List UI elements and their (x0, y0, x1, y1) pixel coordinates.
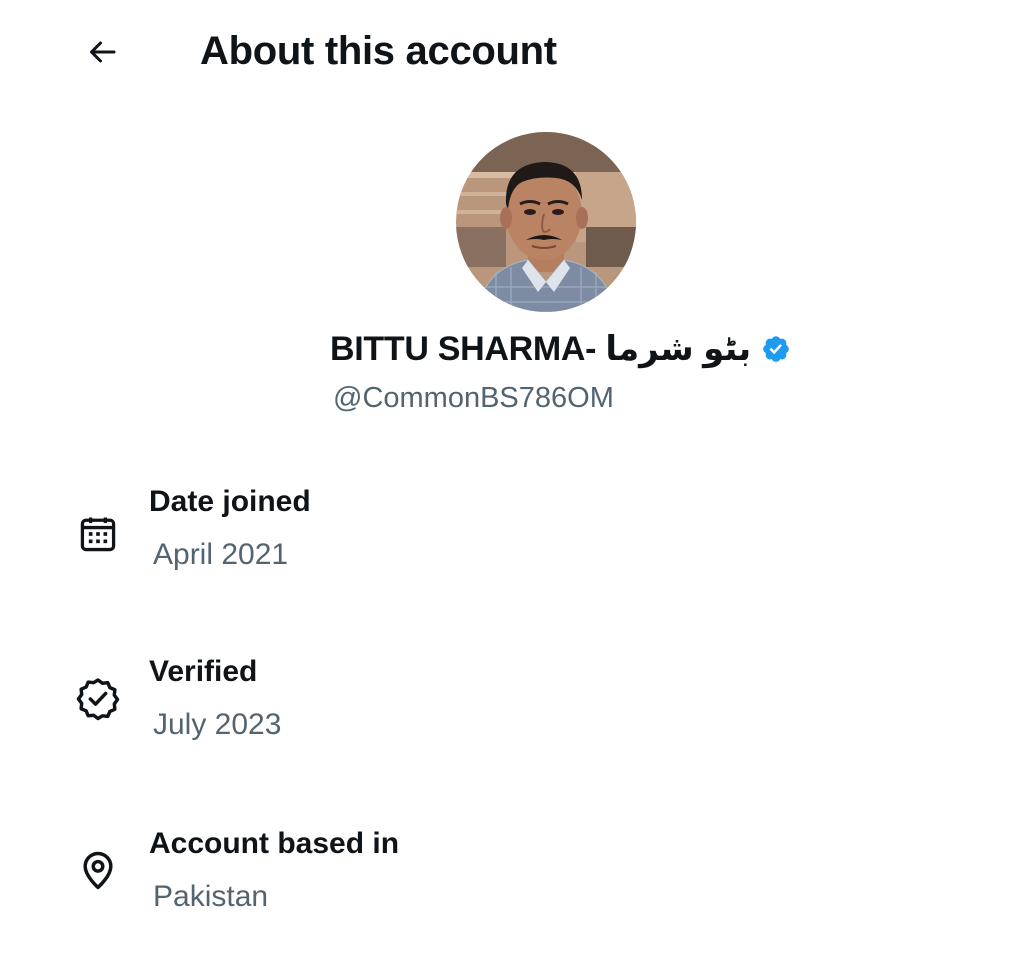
info-date-joined: Date joined April 2021 (0, 482, 1024, 592)
back-button[interactable] (80, 30, 124, 74)
verified-badge-icon[interactable] (761, 334, 791, 364)
avatar[interactable] (456, 132, 636, 312)
display-name: BITTU SHARMA- بٹو شرما (330, 330, 752, 368)
arrow-left-icon (90, 41, 116, 63)
verified-outline-icon (72, 672, 124, 724)
account-based-in-label: Account based in (149, 827, 400, 860)
info-account-based-in: Account based in Pakistan (0, 824, 1024, 934)
user-handle: @CommonBS786OM (333, 382, 614, 414)
name-row: BITTU SHARMA- بٹو شرما (330, 326, 791, 372)
top-bar: About this account (0, 0, 1024, 100)
page-title: About this account (200, 29, 557, 73)
date-joined-label: Date joined (149, 485, 311, 518)
date-joined-value: April 2021 (153, 538, 289, 571)
info-verified: Verified July 2023 (0, 652, 1024, 762)
location-pin-icon (72, 844, 124, 896)
avatar-photo (456, 132, 636, 312)
verified-value: July 2023 (153, 708, 282, 741)
verified-label: Verified (149, 655, 258, 688)
account-based-in-value: Pakistan (153, 880, 269, 913)
calendar-icon (72, 508, 124, 560)
